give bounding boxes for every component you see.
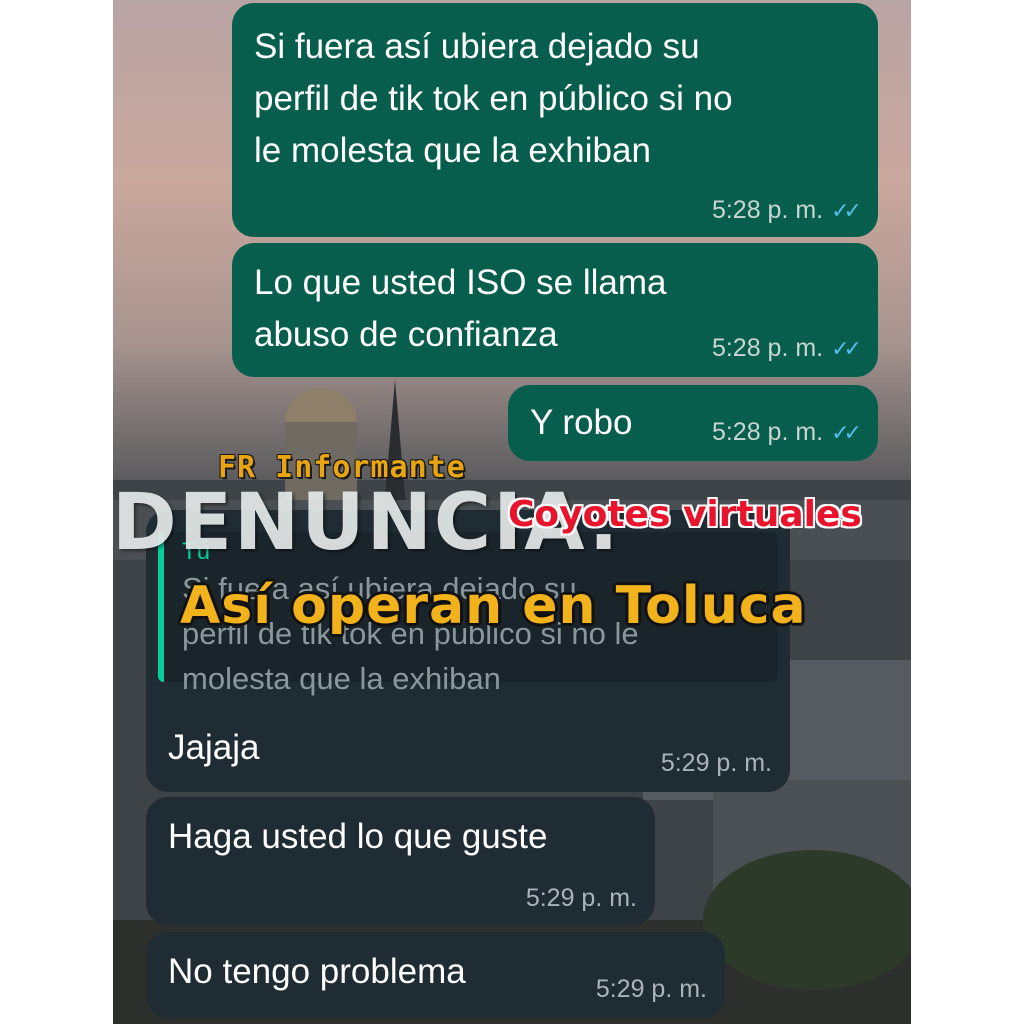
message-text: Jajaja [168, 728, 260, 767]
message-text: Si fuera así ubiera dejado su perfil de … [254, 27, 733, 170]
incoming-message[interactable]: Haga usted lo que guste 5:29 p. m. [146, 797, 655, 925]
message-timestamp: 5:29 p. m. [595, 975, 707, 1003]
outgoing-message[interactable]: Y robo 5:28 p. m. ✓✓ [508, 385, 878, 461]
incoming-message[interactable]: No tengo problema 5:29 p. m. [146, 932, 725, 1018]
message-timestamp: 5:29 p. m. [660, 749, 772, 777]
message-text: Y robo [530, 403, 633, 442]
outgoing-message[interactable]: Lo que usted ISO se llama abuso de confi… [232, 243, 878, 377]
subheadline: Coyotes virtuales [508, 494, 862, 535]
message-text: Haga usted lo que guste [168, 817, 548, 856]
message-text: Lo que usted ISO se llama abuso de confi… [254, 263, 667, 354]
outgoing-message[interactable]: Si fuera así ubiera dejado su perfil de … [232, 3, 878, 237]
double-check-icon: ✓✓ [831, 198, 862, 223]
message-timestamp: 5:28 p. m. ✓✓ [711, 196, 862, 224]
message-timestamp: 5:28 p. m. ✓✓ [711, 418, 862, 446]
message-text: No tengo problema [168, 952, 466, 991]
message-timestamp: 5:29 p. m. [525, 884, 637, 912]
double-check-icon: ✓✓ [831, 336, 862, 361]
double-check-icon: ✓✓ [831, 420, 862, 445]
caption: Así operan en Toluca [180, 576, 807, 636]
message-timestamp: 5:28 p. m. ✓✓ [711, 334, 862, 362]
